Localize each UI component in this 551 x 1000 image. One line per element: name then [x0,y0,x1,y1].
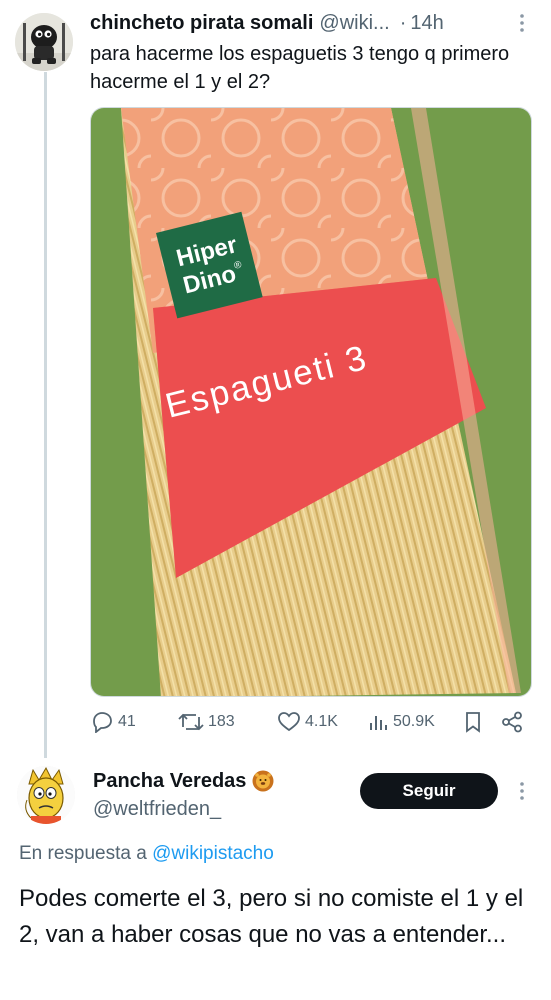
spaghetti-package-photo: Hiper Dino ® Espagueti 3 [91,108,531,696]
like-count: 4.1K [305,713,338,730]
replying-to-line: En respuesta a @wikipistacho [19,843,274,865]
avatar[interactable] [15,13,73,71]
user-handle[interactable]: @weltfrieden_ [93,798,221,821]
repost-button[interactable]: 183 [178,707,235,737]
bookmark-icon [466,712,480,733]
timestamp[interactable]: 14h [410,12,443,35]
avatar-figure-icon [15,13,73,71]
reply-text: Podes comerte el 3, pero si no comiste e… [19,885,524,948]
display-name[interactable]: Pancha Veredas [93,770,246,793]
repost-count: 183 [208,713,235,730]
tweet-original: chincheto pirata somali @wiki... · 14h p… [0,0,551,758]
lion-face-emoji-icon [252,770,274,792]
tweet-header: chincheto pirata somali @wiki... · 14h [90,9,540,37]
follow-button[interactable]: Seguir [360,773,498,809]
reply-button[interactable]: 41 [90,707,136,737]
repost-icon [178,713,204,731]
views-button[interactable]: 50.9K [367,707,435,737]
reply-to-handle-link[interactable]: @wikipistacho [152,843,274,864]
bookmark-button[interactable] [462,707,488,737]
reply-count: 41 [118,713,136,730]
avatar-cartoon-icon [17,766,75,824]
tweet-actions-bar: 41 183 4.1K 50.9K [90,707,532,737]
display-name[interactable]: chincheto pirata somali [90,12,313,35]
tweet-text: para hacerme los espaguetis 3 tengo q pr… [90,43,510,93]
separator-dot: · [399,11,407,34]
tweet-photo[interactable]: Hiper Dino ® Espagueti 3 [90,107,532,697]
heart-icon [278,712,300,732]
reply-icon [93,712,112,733]
more-options-icon[interactable] [512,12,532,34]
view-count: 50.9K [393,713,435,730]
reply-prefix: En respuesta a [19,843,147,864]
like-button[interactable]: 4.1K [277,707,338,737]
share-icon [502,711,522,733]
share-button[interactable] [500,707,528,737]
thread-connector-line [44,72,47,758]
analytics-icon [370,716,387,730]
more-options-icon[interactable] [512,780,532,802]
avatar[interactable] [17,766,75,824]
reply-header: Pancha Veredas [93,768,274,794]
user-handle[interactable]: @wiki... [319,12,389,35]
